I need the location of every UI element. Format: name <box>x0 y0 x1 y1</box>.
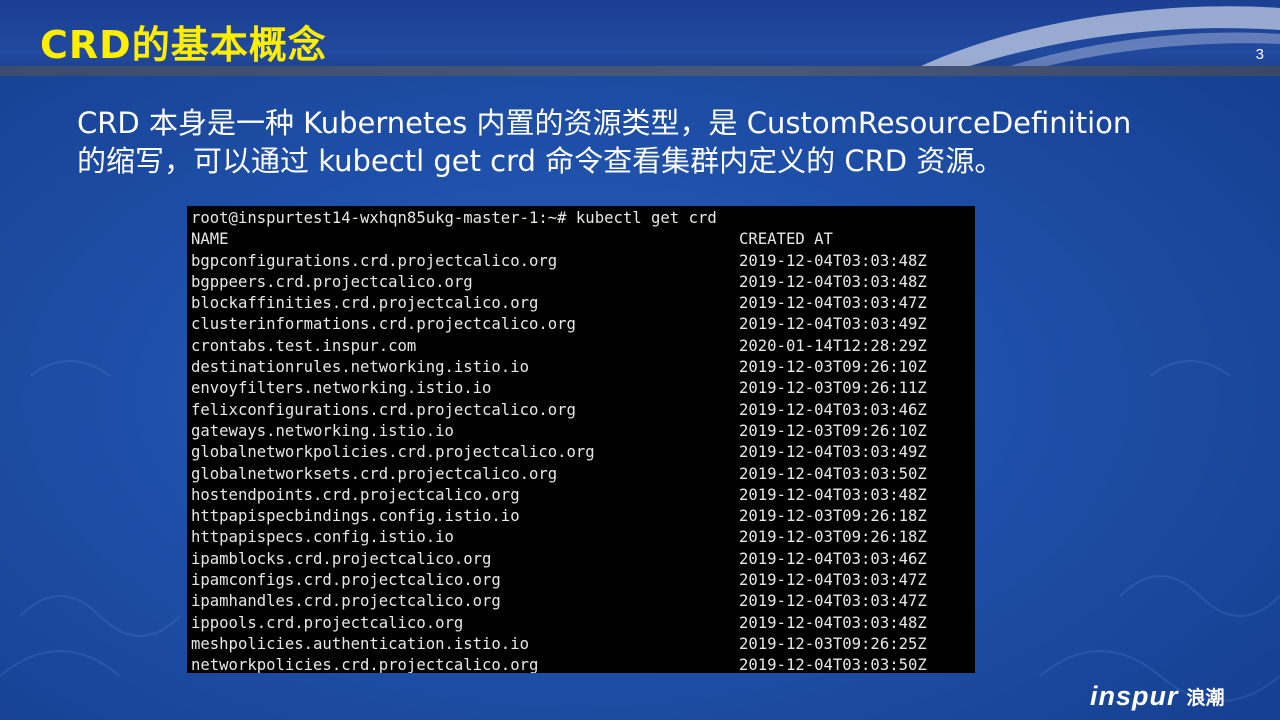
logo-wordmark: inspur <box>1090 680 1179 711</box>
crd-created-cell: 2019-12-04T03:03:48Z <box>739 251 927 270</box>
column-header-name: NAME <box>191 230 229 249</box>
table-row: globalnetworksets.crd.projectcalico.org 2… <box>191 464 971 485</box>
crd-name-cell: envoyfilters.networking.istio.io <box>191 379 492 398</box>
crd-created-cell: 2019-12-04T03:03:49Z <box>739 315 927 334</box>
table-row: ipamhandles.crd.projectcalico.org 2019-12… <box>191 591 971 612</box>
crd-name-cell: globalnetworksets.crd.projectcalico.org <box>191 464 558 483</box>
crd-created-cell: 2019-12-04T03:03:50Z <box>739 656 927 673</box>
table-row: felixconfigurations.crd.projectcalico.or… <box>191 400 971 421</box>
page-number: 3 <box>1255 46 1264 63</box>
table-row: ipamblocks.crd.projectcalico.org 2019-12-… <box>191 549 971 570</box>
crd-created-cell: 2019-12-04T03:03:46Z <box>739 400 927 419</box>
table-row: crontabs.test.inspur.com 2020-01-14T12:28… <box>191 336 971 357</box>
table-row: destinationrules.networking.istio.io 2019… <box>191 357 971 378</box>
crd-created-cell: 2019-12-03T09:26:11Z <box>739 379 927 398</box>
crd-created-cell: 2019-12-03T09:26:18Z <box>739 507 927 526</box>
crd-created-cell: 2019-12-04T03:03:49Z <box>739 443 927 462</box>
crd-name-cell: bgppeers.crd.projectcalico.org <box>191 272 473 291</box>
crd-name-cell: ipamhandles.crd.projectcalico.org <box>191 592 501 611</box>
terminal-prompt-line: root@inspurtest14-wxhqn85ukg-master-1:~#… <box>191 208 971 229</box>
crd-name-cell: httpapispecbindings.config.istio.io <box>191 507 520 526</box>
crd-name-cell: ippools.crd.projectcalico.org <box>191 613 464 632</box>
table-row: bgppeers.crd.projectcalico.org 2019-12-04… <box>191 272 971 293</box>
inspur-logo: inspur 浪潮 <box>1090 678 1225 714</box>
table-row: httpapispecbindings.config.istio.io 2019-… <box>191 506 971 527</box>
crd-name-cell: ipamconfigs.crd.projectcalico.org <box>191 571 501 590</box>
crd-name-cell: globalnetworkpolicies.crd.projectcalico.… <box>191 443 595 462</box>
table-row: ipamconfigs.crd.projectcalico.org 2019-12… <box>191 570 971 591</box>
crd-name-cell: crontabs.test.inspur.com <box>191 336 417 355</box>
body-line: CRD 本身是一种 Kubernetes 内置的资源类型，是 CustomRes… <box>77 106 1132 140</box>
slide-title: CRD的基本概念 <box>40 23 327 67</box>
table-row: meshpolicies.authentication.istio.io 2019… <box>191 634 971 655</box>
table-row: networkpolicies.crd.projectcalico.org 201… <box>191 655 971 673</box>
crd-created-cell: 2019-12-04T03:03:47Z <box>739 571 927 590</box>
table-row: httpapispecs.config.istio.io 2019-12-03T0… <box>191 527 971 548</box>
table-row: blockaffinities.crd.projectcalico.org 201… <box>191 293 971 314</box>
crd-created-cell: 2019-12-03T09:26:10Z <box>739 421 927 440</box>
crd-created-cell: 2019-12-04T03:03:48Z <box>739 485 927 504</box>
prompt-command-text: root@inspurtest14-wxhqn85ukg-master-1:~#… <box>191 209 717 227</box>
crd-created-cell: 2019-12-04T03:03:46Z <box>739 549 927 568</box>
body-line: 的缩写，可以通过 kubectl get crd 命令查看集群内定义的 CRD … <box>77 144 1004 178</box>
crd-created-cell: 2019-12-04T03:03:47Z <box>739 294 927 313</box>
table-row: bgpconfigurations.crd.projectcalico.org 2… <box>191 251 971 272</box>
crd-created-cell: 2019-12-03T09:26:18Z <box>739 528 927 547</box>
terminal-screenshot: root@inspurtest14-wxhqn85ukg-master-1:~#… <box>187 206 975 673</box>
crd-created-cell: 2019-12-04T03:03:50Z <box>739 464 927 483</box>
crd-created-cell: 2020-01-14T12:28:29Z <box>739 336 927 355</box>
crd-name-cell: clusterinformations.crd.projectcalico.or… <box>191 315 576 334</box>
table-row: clusterinformations.crd.projectcalico.or… <box>191 314 971 335</box>
table-row: globalnetworkpolicies.crd.projectcalico.… <box>191 442 971 463</box>
crd-name-cell: ipamblocks.crd.projectcalico.org <box>191 549 492 568</box>
crd-created-cell: 2019-12-04T03:03:48Z <box>739 613 927 632</box>
crd-name-cell: blockaffinities.crd.projectcalico.org <box>191 294 539 313</box>
crd-name-cell: meshpolicies.authentication.istio.io <box>191 634 529 653</box>
table-row: envoyfilters.networking.istio.io 2019-12-… <box>191 378 971 399</box>
logo-chinese-name: 浪潮 <box>1186 686 1225 709</box>
body-paragraph: CRD 本身是一种 Kubernetes 内置的资源类型，是 CustomRes… <box>77 104 1257 180</box>
crd-name-cell: bgpconfigurations.crd.projectcalico.org <box>191 251 558 270</box>
crd-name-cell: destinationrules.networking.istio.io <box>191 358 529 377</box>
header-swoosh-decoration <box>900 6 1280 76</box>
crd-created-cell: 2019-12-03T09:26:10Z <box>739 358 927 377</box>
crd-created-cell: 2019-12-04T03:03:47Z <box>739 592 927 611</box>
crd-name-cell: gateways.networking.istio.io <box>191 421 454 440</box>
terminal-table-header: NAME CREATED AT <box>191 229 971 250</box>
crd-name-cell: httpapispecs.config.istio.io <box>191 528 454 547</box>
crd-created-cell: 2019-12-04T03:03:48Z <box>739 272 927 291</box>
crd-name-cell: felixconfigurations.crd.projectcalico.or… <box>191 400 576 419</box>
table-row: ippools.crd.projectcalico.org 2019-12-04T… <box>191 613 971 634</box>
table-row: gateways.networking.istio.io 2019-12-03T0… <box>191 421 971 442</box>
crd-name-cell: networkpolicies.crd.projectcalico.org <box>191 656 539 673</box>
column-header-created: CREATED AT <box>739 230 833 249</box>
crd-name-cell: hostendpoints.crd.projectcalico.org <box>191 485 520 504</box>
table-row: hostendpoints.crd.projectcalico.org 2019-… <box>191 485 971 506</box>
crd-created-cell: 2019-12-03T09:26:25Z <box>739 634 927 653</box>
